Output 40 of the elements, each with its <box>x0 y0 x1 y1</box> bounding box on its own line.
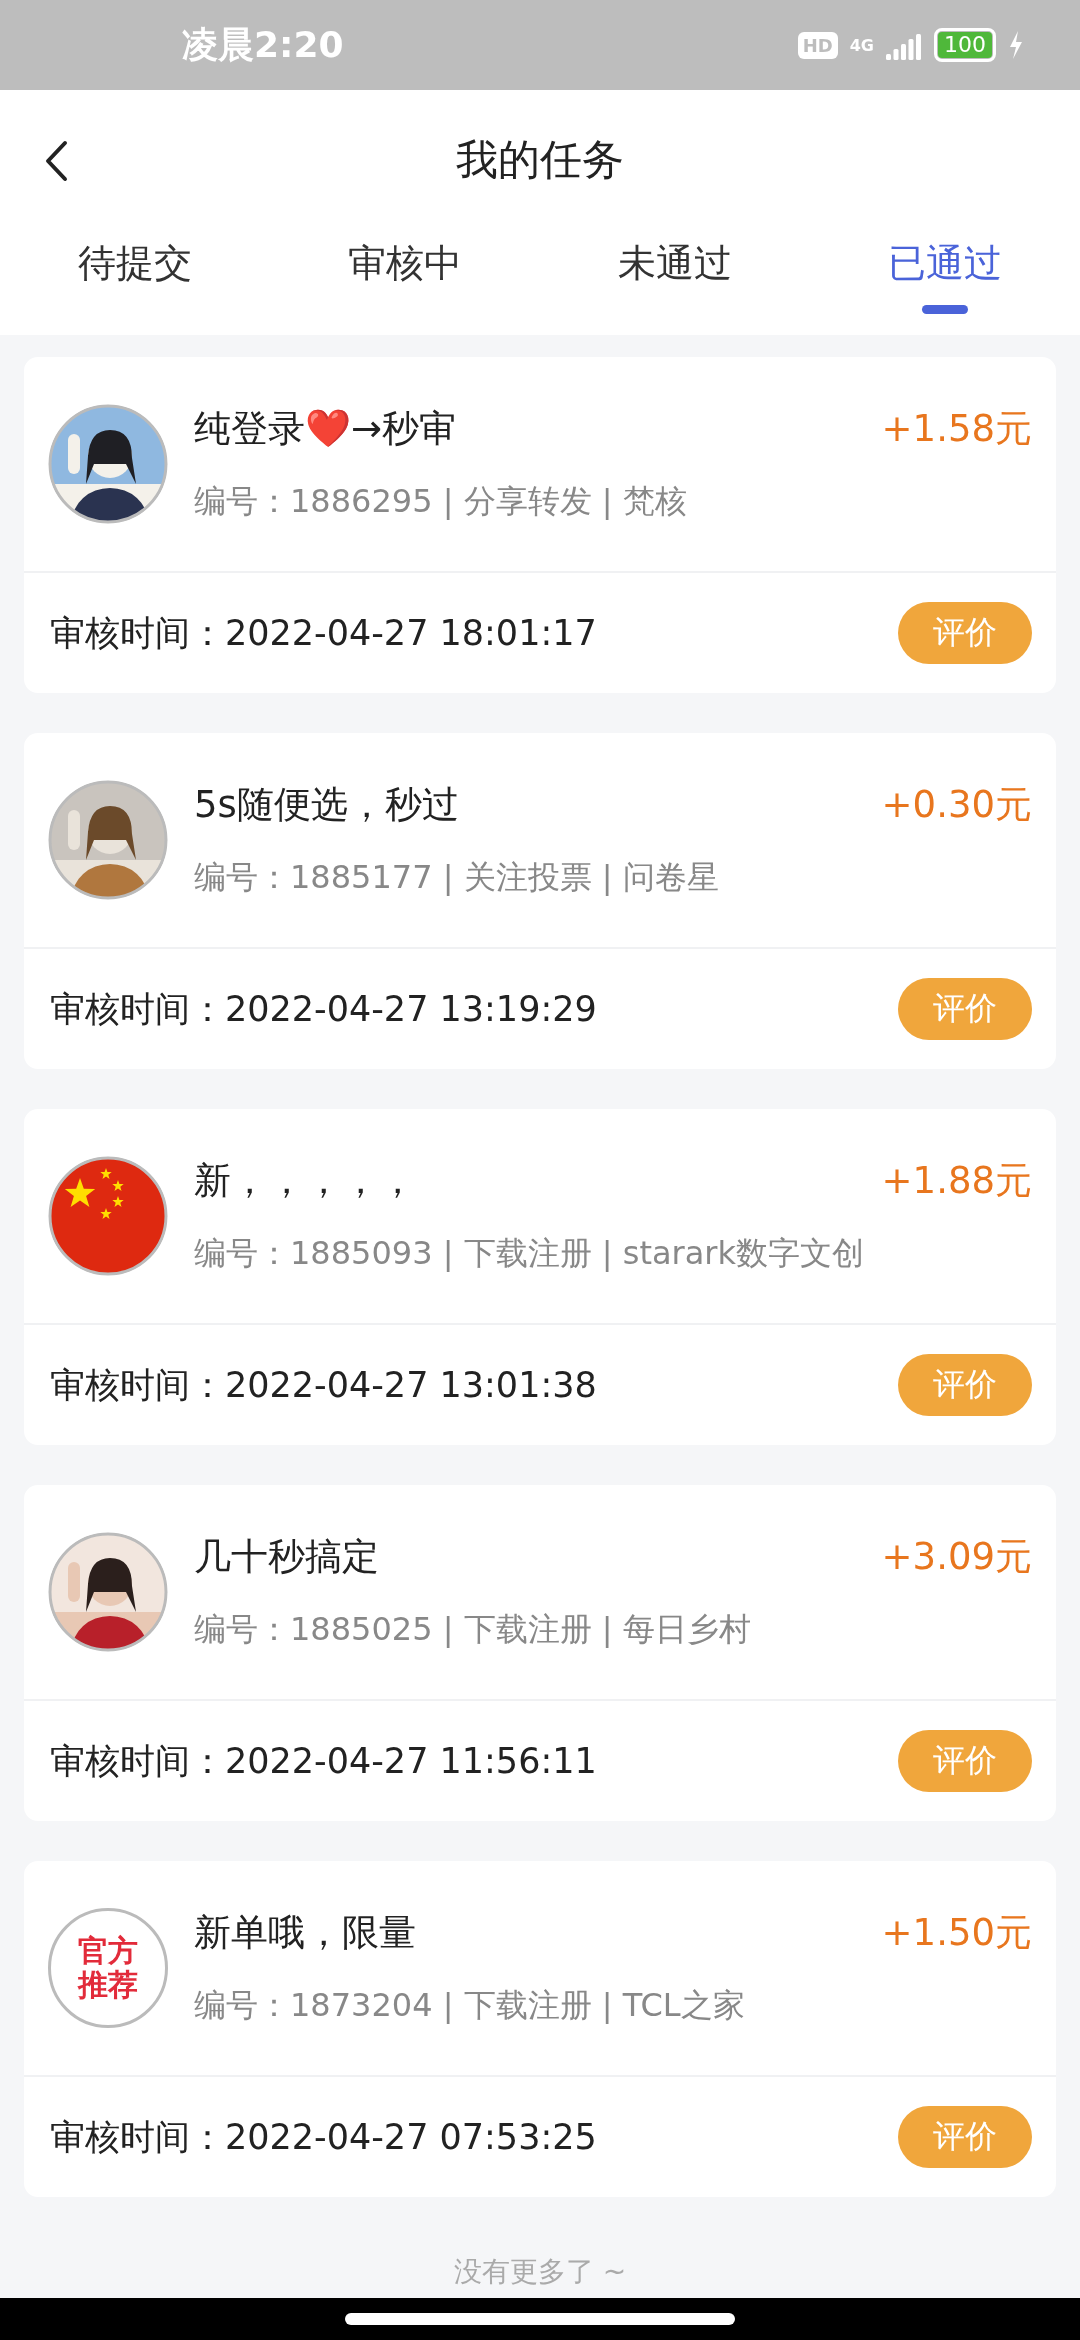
task-title: 新单哦，限量 <box>194 1910 416 1956</box>
review-time: 审核时间：2022-04-27 11:56:11 <box>50 1739 597 1783</box>
tab[interactable]: 审核中 <box>270 230 540 335</box>
review-time: 审核时间：2022-04-27 13:01:38 <box>50 1363 597 1407</box>
review-time: 审核时间：2022-04-27 13:19:29 <box>50 987 597 1031</box>
task-title: 新，，，，， <box>194 1158 416 1204</box>
network-label: 4G <box>849 35 874 55</box>
review-time: 审核时间：2022-04-27 07:53:25 <box>50 2115 597 2159</box>
task-meta: 编号：1886295 | 分享转发 | 梵核 <box>194 481 688 522</box>
hd-badge: HD <box>797 31 838 59</box>
task-reward: +1.88元 <box>881 1158 1032 1204</box>
flag-icon <box>48 1156 168 1276</box>
task-title: 5s随便选，秒过 <box>194 782 459 828</box>
task-card[interactable]: 纯登录❤→秒审 +1.58元 编号：1886295 | 分享转发 | 梵核 审核时间：2022-04-27 18:01:17 评价 <box>24 357 1056 693</box>
task-title: 几十秒搞定 <box>194 1534 379 1580</box>
task-reward: +1.50元 <box>881 1910 1032 1956</box>
task-card[interactable]: 5s随便选，秒过 +0.30元 编号：1885177 | 关注投票 | 问卷星 审核时间：2022-04-27 13:19:29 评价 <box>24 733 1056 1069</box>
task-reward: +1.58元 <box>881 406 1032 452</box>
tab[interactable]: 待提交 <box>0 230 270 335</box>
status-time: 凌晨2:20 <box>182 22 344 67</box>
badge-text: 推荐 <box>78 1968 138 2002</box>
task-card[interactable]: 官方 推荐 新单哦，限量 +1.50元 编号：1873204 | 下载注册 | TCL之家 审核时间：2022-04-27 07:53:25 评价 <box>24 1861 1056 2197</box>
badge-text: 官方 <box>78 1934 138 1968</box>
task-meta: 编号：1885025 | 下载注册 | 每日乡村 <box>194 1609 752 1650</box>
tab[interactable]: 未通过 <box>540 230 810 335</box>
task-meta: 编号：1885093 | 下载注册 | starark数字文创 <box>194 1233 866 1274</box>
task-card[interactable]: 几十秒搞定 +3.09元 编号：1885025 | 下载注册 | 每日乡村 审核时间：2022-04-27 11:56:11 评价 <box>24 1485 1056 1821</box>
tab[interactable]: 已通过 <box>810 230 1080 335</box>
review-time: 审核时间：2022-04-27 18:01:17 <box>50 611 597 655</box>
task-title: 纯登录❤→秒审 <box>194 406 456 452</box>
task-reward: +0.30元 <box>881 782 1032 828</box>
end-of-list-text: 没有更多了 ~ <box>452 2254 628 2290</box>
battery-icon: 100 <box>934 28 996 62</box>
task-meta: 编号：1873204 | 下载注册 | TCL之家 <box>194 1985 746 2026</box>
task-card[interactable]: 新，，，，， +1.88元 编号：1885093 | 下载注册 | starark数字文创 审核时间：2022-04-27 13:01:38 评价 <box>24 1109 1056 1445</box>
page-title: 我的任务 <box>456 134 624 186</box>
back-icon[interactable] <box>44 140 68 182</box>
task-meta: 编号：1885177 | 关注投票 | 问卷星 <box>194 857 720 898</box>
charging-icon <box>1008 31 1024 59</box>
task-reward: +3.09元 <box>881 1534 1032 1580</box>
